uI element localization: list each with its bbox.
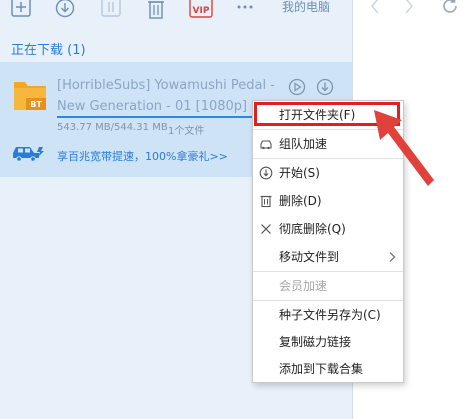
menu-item-copy-magnet[interactable]: 复制磁力链接 — [253, 328, 403, 356]
speed-promo-link[interactable]: 享百兆宽带提速，100%拿豪礼>> — [57, 148, 228, 164]
download-circle-icon[interactable] — [316, 78, 334, 96]
trash-icon — [260, 195, 272, 208]
more-button[interactable] — [234, 0, 256, 22]
menu-item-save-torrent[interactable]: 种子文件另存为(C) — [253, 301, 403, 329]
menu-item-add-to-collection[interactable]: 添加到下载合集 — [253, 355, 403, 383]
menu-item-permanent-delete[interactable]: 彻底删除(Q) — [253, 215, 403, 243]
menu-item-start[interactable]: 开始(S) — [253, 159, 403, 187]
download-circle-icon — [55, 0, 75, 18]
new-task-button[interactable] — [10, 0, 32, 22]
file-count-text: 1个文件 — [168, 126, 205, 137]
refresh-icon[interactable] — [441, 0, 459, 15]
speed-car-icon — [13, 147, 44, 162]
bt-folder-icon: BT — [14, 82, 46, 110]
download-circle-icon — [259, 166, 273, 180]
back-arrow-icon[interactable] — [369, 0, 381, 16]
menu-item-label: 组队加速 — [279, 137, 328, 151]
context-menu: 打开文件夹(F) 组队加速 开始(S) 删除(D) 彻底删除(Q) 移动文件到 … — [252, 100, 404, 383]
menu-item-label: 彻底删除(Q) — [279, 222, 346, 236]
menu-item-delete[interactable]: 删除(D) — [253, 187, 403, 215]
menu-item-label: 会员加速 — [279, 279, 328, 293]
pause-box-icon — [101, 0, 121, 17]
vip-button[interactable]: VIP — [189, 0, 213, 22]
svg-text:BT: BT — [30, 100, 42, 109]
forward-arrow-icon[interactable] — [403, 0, 415, 16]
play-circle-icon[interactable] — [288, 78, 306, 96]
download-size-text: 543.77 MB/544.31 MB — [57, 122, 168, 133]
menu-item-label: 种子文件另存为(C) — [279, 308, 381, 322]
menu-item-team-accelerate[interactable]: 组队加速 — [253, 130, 403, 158]
trash-icon — [148, 1, 164, 19]
chevron-right-icon — [389, 252, 396, 262]
car-icon — [260, 140, 272, 150]
menu-item-label: 添加到下载合集 — [279, 362, 364, 376]
close-icon — [261, 224, 271, 234]
plus-box-icon — [11, 0, 31, 17]
menu-item-vip-accelerate: 会员加速 — [253, 272, 403, 300]
menu-item-label: 打开文件夹(F) — [279, 108, 356, 122]
delete-button[interactable] — [145, 0, 167, 22]
toolbar: VIP 我的电脑 — [0, 0, 352, 24]
menu-item-label: 删除(D) — [279, 194, 322, 208]
pause-button[interactable] — [100, 0, 122, 22]
menu-item-label: 开始(S) — [279, 166, 320, 180]
download-file-name: [HorribleSubs] Yowamushi Pedal - New Gen… — [57, 78, 275, 114]
download-manager-window: VIP 我的电脑 正在下载 (1) BT [HorribleSubs] Yowa… — [0, 0, 469, 419]
start-download-button[interactable] — [54, 0, 76, 22]
svg-text:VIP: VIP — [193, 6, 210, 16]
more-dots-icon — [237, 5, 253, 9]
menu-item-open-folder[interactable]: 打开文件夹(F) — [253, 101, 403, 129]
downloading-section-header[interactable]: 正在下载 (1) — [11, 39, 86, 58]
menu-item-move-to[interactable]: 移动文件到 — [253, 243, 403, 271]
location-selector[interactable]: 我的电脑 — [282, 0, 330, 14]
vip-icon: VIP — [189, 0, 213, 18]
menu-item-label: 移动文件到 — [279, 250, 340, 264]
menu-item-label: 复制磁力链接 — [279, 335, 352, 349]
